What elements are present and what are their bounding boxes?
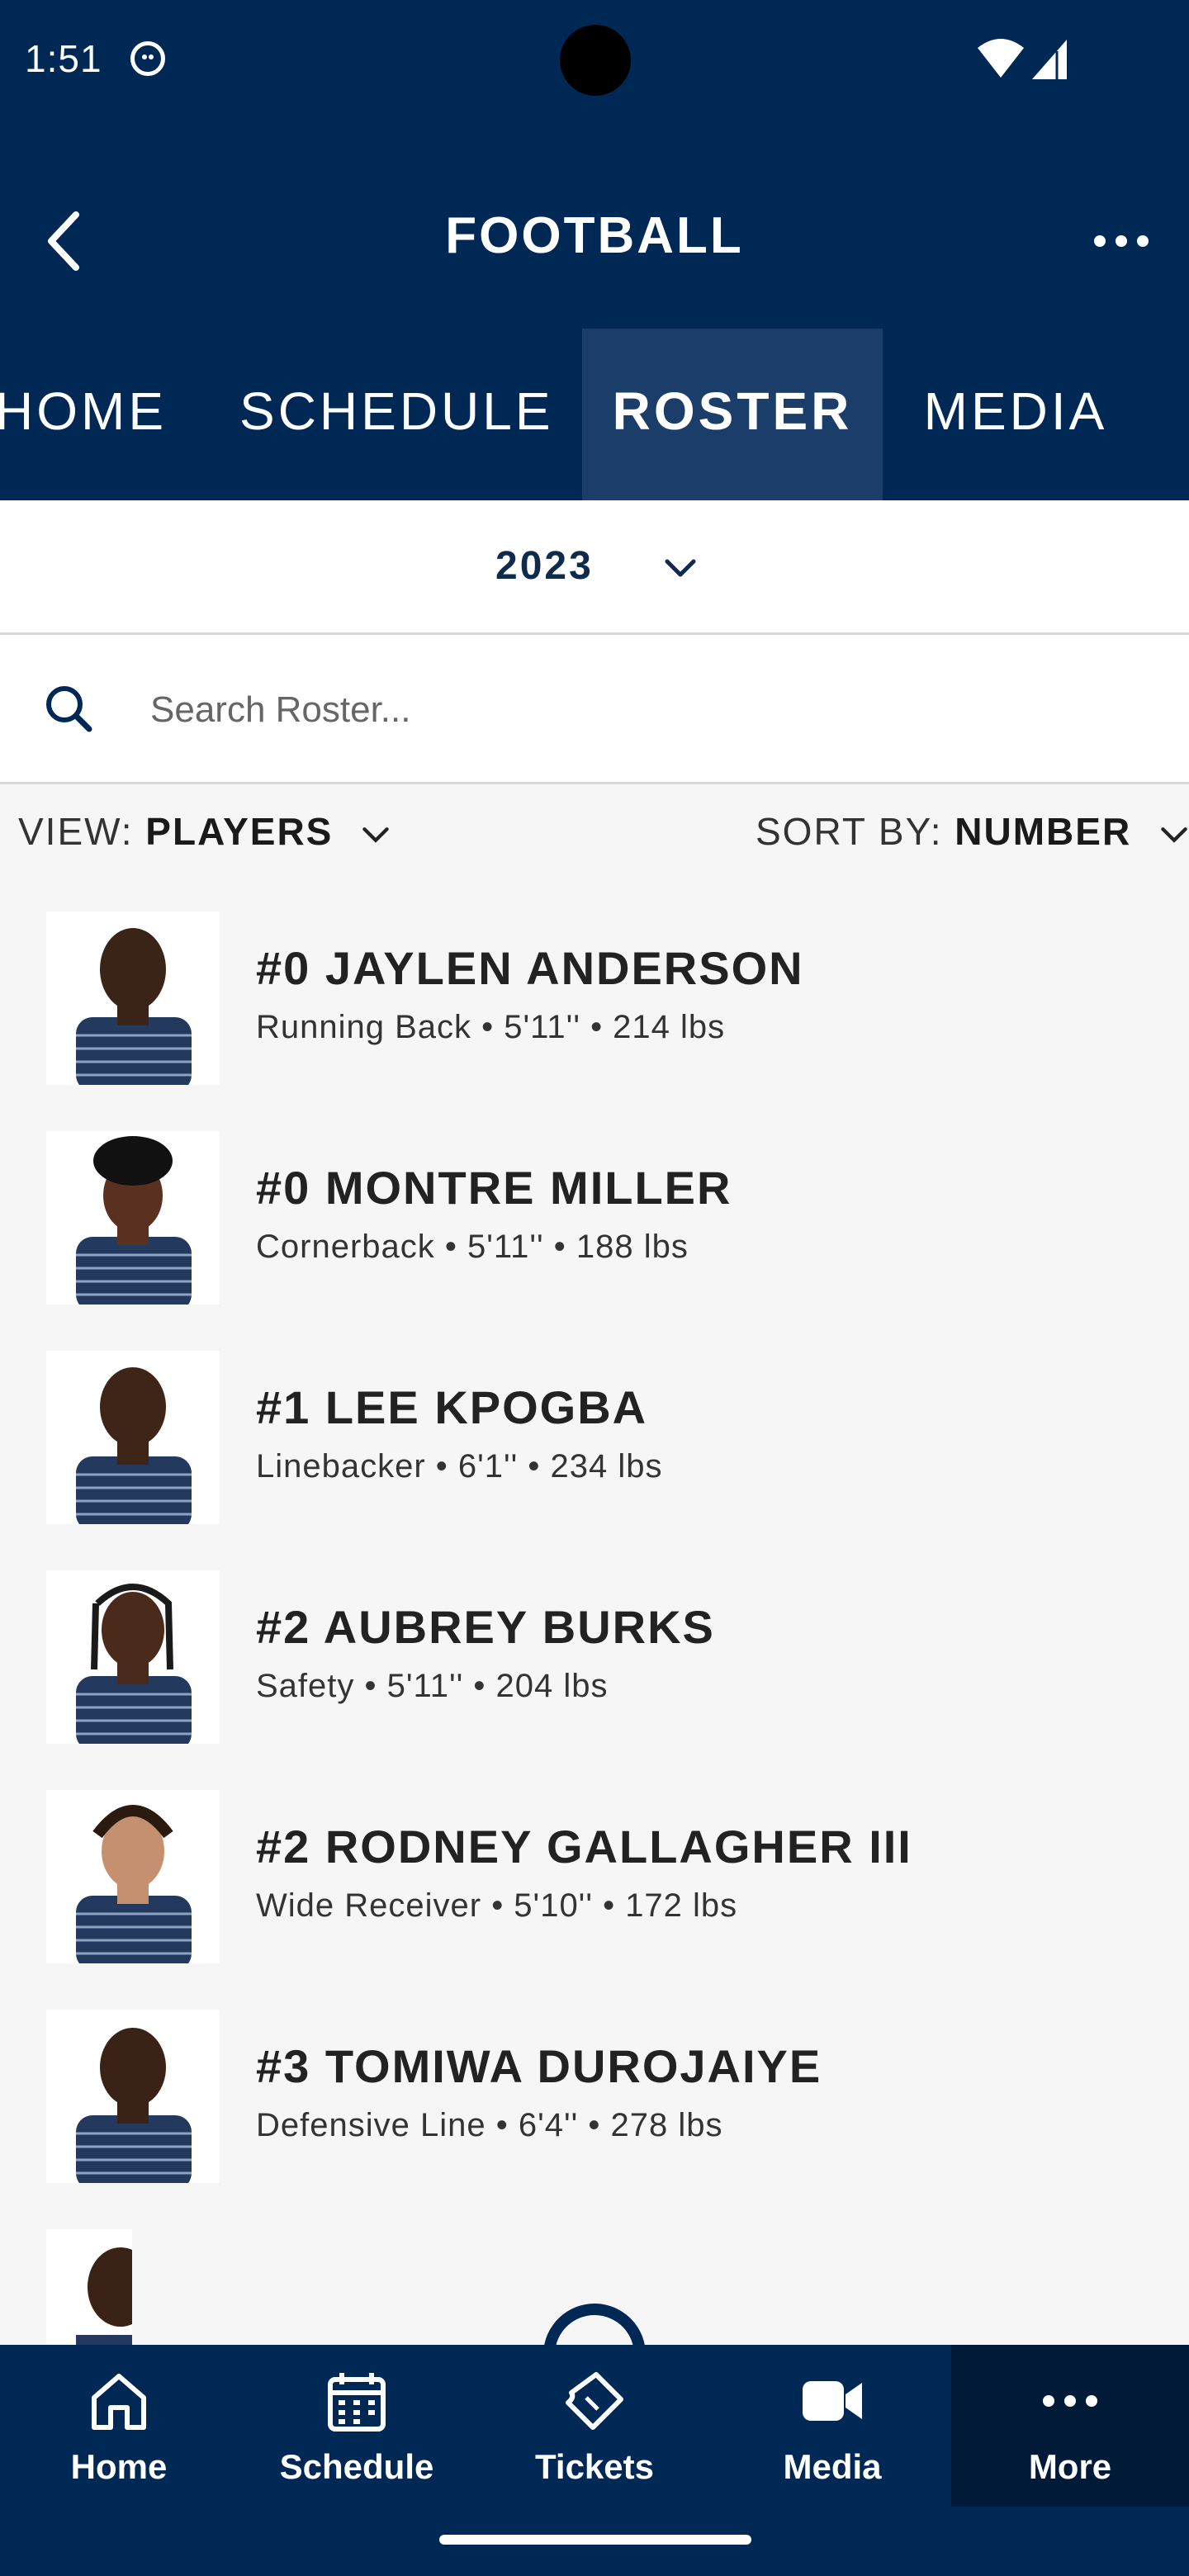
wifi-icon [978,39,1024,78]
bottom-nav-media[interactable]: Media [713,2345,951,2507]
status-bar: 1:51 [0,0,1189,124]
player-details: Wide Receiver • 5'10'' • 172 lbs [256,1887,738,1924]
search-input[interactable] [149,676,1143,744]
player-details: Running Back • 5'11'' • 214 lbs [256,1009,726,1045]
home-gesture-bar[interactable] [439,2535,751,2545]
page-title: FOOTBALL [445,207,744,264]
search-bar [0,635,1189,784]
player-photo [46,1131,220,1305]
player-name: #1 LEE KPOGBA [256,1381,648,1433]
section-tabs: HOME SCHEDULE ROSTER MEDIA [0,329,1189,500]
bottom-navigation: Home Schedule Tickets Media More [0,2345,1189,2507]
bottom-nav-more-label: More [1028,2447,1112,2486]
bottom-nav-tickets[interactable]: Tickets [476,2345,713,2507]
player-photo [46,2010,220,2183]
more-icon [1043,2395,1097,2407]
player-row[interactable]: #2 RODNEY GALLAGHER III Wide Receiver • … [0,1778,1189,1998]
chevron-down-icon [1161,826,1187,843]
chevron-down-icon [362,826,389,843]
season-year: 2023 [495,544,594,588]
player-photo [46,1351,220,1524]
player-row[interactable]: #1 LEE KPOGBA Linebacker • 6'1'' • 234 l… [0,1339,1189,1559]
player-row[interactable]: #3 TOMIWA DUROJAIYE Defensive Line • 6'4… [0,1998,1189,2218]
status-time: 1:51 [25,37,102,80]
player-details: Safety • 5'11'' • 204 lbs [256,1668,609,1704]
home-icon [92,2374,146,2430]
notification-icon [130,41,165,76]
player-details: Defensive Line • 6'4'' • 278 lbs [256,2107,723,2143]
ticket-icon [566,2372,623,2430]
app-header: 1:51 FOOTBALL HOME SCHEDULE ROSTER MEDIA [0,0,1189,500]
video-icon [803,2381,862,2421]
bottom-nav-tickets-label: Tickets [535,2447,654,2486]
tab-media[interactable]: MEDIA [908,329,1123,500]
player-name: #2 AUBREY BURKS [256,1601,715,1653]
player-photo [46,912,220,1085]
sort-filter-prefix: SORT BY: [756,810,955,853]
bottom-nav-media-label: Media [783,2447,882,2486]
view-filter-value: PLAYERS [145,810,334,853]
player-row[interactable]: #2 AUBREY BURKS Safety • 5'11'' • 204 lb… [0,1559,1189,1778]
filter-row: VIEW: PLAYERS SORT BY: NUMBER [0,784,1189,883]
view-filter[interactable]: VIEW: PLAYERS [18,809,390,854]
more-options-icon[interactable] [1090,216,1153,266]
player-details: Cornerback • 5'11'' • 188 lbs [256,1229,689,1265]
bottom-nav-schedule[interactable]: Schedule [238,2345,476,2507]
player-details: Linebacker • 6'1'' • 234 lbs [256,1448,663,1485]
search-icon [46,686,92,732]
bottom-nav-home-label: Home [70,2447,168,2486]
bottom-nav-more[interactable]: More [951,2345,1189,2507]
player-name: #0 JAYLEN ANDERSON [256,942,804,994]
bottom-nav-schedule-label: Schedule [279,2447,434,2486]
bottom-nav-home[interactable]: Home [0,2345,238,2507]
tab-home[interactable]: HOME [0,329,172,500]
calendar-icon [328,2373,386,2432]
chevron-down-icon [665,559,696,577]
sort-filter-value: NUMBER [955,810,1132,853]
player-name: #3 TOMIWA DUROJAIYE [256,2040,822,2092]
player-photo [46,1570,220,1744]
player-name: #0 MONTRE MILLER [256,1162,732,1214]
signal-icon [1032,40,1067,79]
player-row[interactable]: #0 MONTRE MILLER Cornerback • 5'11'' • 1… [0,1120,1189,1339]
tab-schedule[interactable]: SCHEDULE [239,329,553,500]
tab-roster[interactable]: ROSTER [582,329,883,500]
camera-cutout [560,25,631,96]
player-name: #2 RODNEY GALLAGHER III [256,1821,912,1873]
player-photo [46,1790,220,1963]
player-row[interactable]: #0 JAYLEN ANDERSON Running Back • 5'11''… [0,900,1189,1120]
view-filter-prefix: VIEW: [18,810,146,853]
sort-filter[interactable]: SORT BY: NUMBER [756,809,1188,854]
season-selector[interactable]: 2023 [0,500,1189,635]
